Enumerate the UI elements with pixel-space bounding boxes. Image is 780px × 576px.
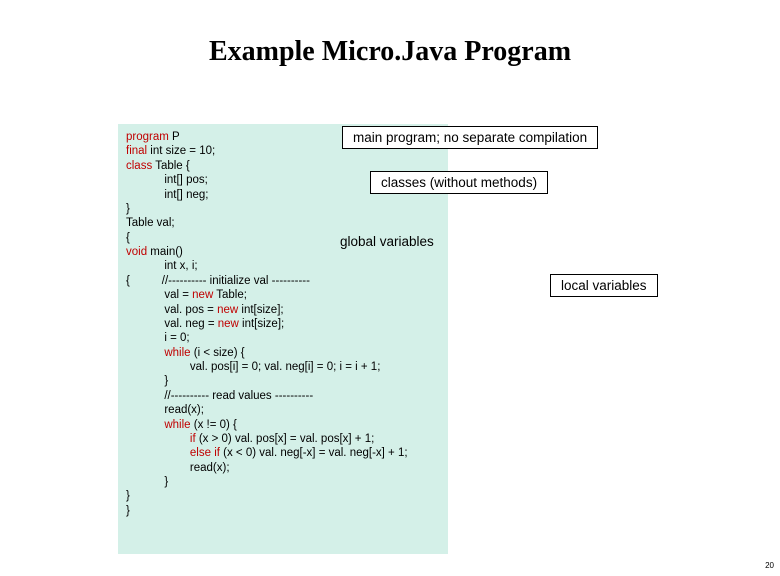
code-line: read(x); bbox=[126, 403, 440, 417]
code-line: i = 0; bbox=[126, 331, 440, 345]
annotation-main-program: main program; no separate compilation bbox=[342, 126, 598, 149]
code-line: while (i < size) { bbox=[126, 346, 440, 360]
code-line: } bbox=[126, 489, 440, 503]
code-line: val. pos = new int[size]; bbox=[126, 303, 440, 317]
code-line: val. neg = new int[size]; bbox=[126, 317, 440, 331]
annotation-global-variables: global variables bbox=[330, 231, 444, 252]
code-line: while (x != 0) { bbox=[126, 418, 440, 432]
code-line: } bbox=[126, 504, 440, 518]
code-line: read(x); bbox=[126, 461, 440, 475]
annotation-local-variables: local variables bbox=[550, 274, 658, 297]
annotation-classes: classes (without methods) bbox=[370, 171, 548, 194]
code-line: } bbox=[126, 374, 440, 388]
code-line: } bbox=[126, 202, 440, 216]
code-line: val = new Table; bbox=[126, 288, 440, 302]
code-line: //---------- read values ---------- bbox=[126, 389, 440, 403]
slide-title: Example Micro.Java Program bbox=[0, 36, 780, 68]
code-line: int x, i; bbox=[126, 259, 440, 273]
code-line: } bbox=[126, 475, 440, 489]
code-line: Table val; bbox=[126, 216, 440, 230]
code-line: else if (x < 0) val. neg[-x] = val. neg[… bbox=[126, 446, 440, 460]
page-number: 20 bbox=[765, 561, 774, 570]
code-line: val. pos[i] = 0; val. neg[i] = 0; i = i … bbox=[126, 360, 440, 374]
code-line: if (x > 0) val. pos[x] = val. pos[x] + 1… bbox=[126, 432, 440, 446]
code-line: { //---------- initialize val ---------- bbox=[126, 274, 440, 288]
